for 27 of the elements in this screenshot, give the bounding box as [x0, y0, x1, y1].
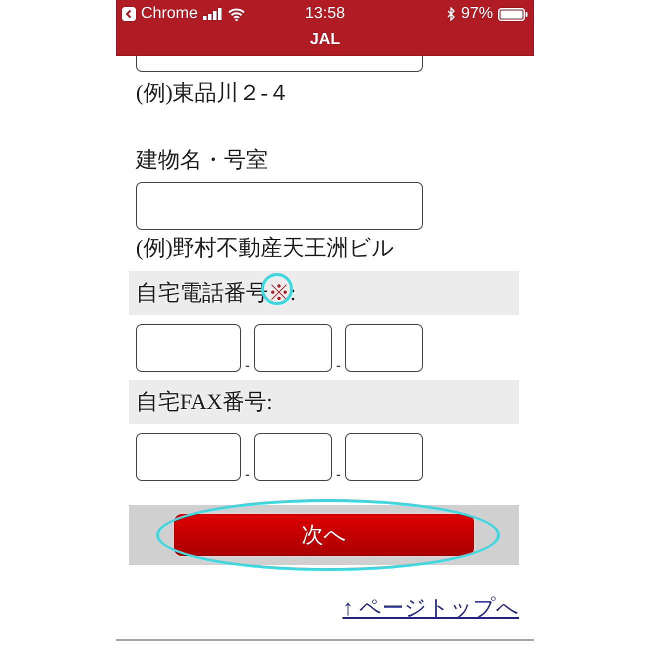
text-field[interactable]: [136, 56, 423, 72]
back-app-label[interactable]: Chrome: [141, 5, 198, 23]
wifi-icon: [228, 8, 245, 20]
separator-dash: -: [335, 467, 342, 481]
separator-dash: -: [335, 358, 342, 372]
signal-icon: [202, 8, 223, 20]
building-input-field[interactable]: [136, 182, 423, 230]
field-label: 自宅FAX番号:: [136, 388, 273, 416]
separator-dash: -: [244, 358, 251, 372]
phone-input-field[interactable]: [254, 433, 332, 481]
page-top-link[interactable]: ↑ ページトップへ: [342, 593, 519, 623]
example-text: (例)東品川２-４: [136, 79, 291, 107]
bluetooth-icon: [446, 7, 456, 21]
field-label: 建物名・号室: [136, 146, 269, 174]
phone-input-field[interactable]: [345, 433, 423, 481]
phone-input-field[interactable]: [136, 324, 241, 372]
page-title: JAL: [308, 30, 342, 50]
separator-dash: -: [244, 467, 251, 481]
phone-input-field[interactable]: [136, 433, 241, 481]
example-text: (例)野村不動産天王洲ビル: [136, 234, 396, 262]
back-icon[interactable]: [122, 7, 136, 21]
phone-input-field[interactable]: [254, 324, 332, 372]
battery-percent: 97%: [460, 5, 493, 23]
next-button[interactable]: 次へ: [174, 514, 474, 556]
battery-icon: [498, 8, 528, 20]
clock-time: 13:58: [304, 5, 346, 22]
phone-input-field[interactable]: [345, 324, 423, 372]
